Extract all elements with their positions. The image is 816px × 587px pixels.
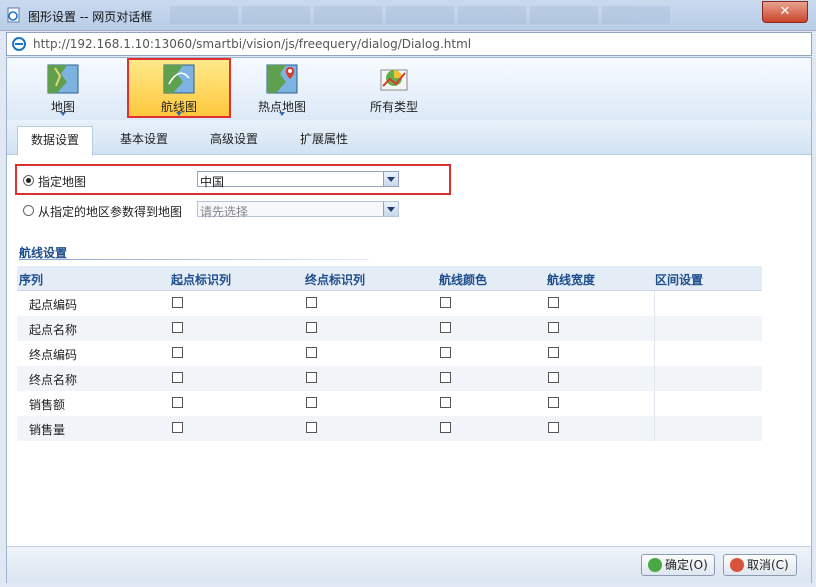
address-bar: http://192.168.1.10:13060/smartbi/vision… [6,32,812,56]
row-checkbox[interactable] [172,372,183,383]
cancel-button[interactable]: 取消(C) [723,554,797,576]
column-header: 航线宽度 [547,273,596,287]
param-map-radio[interactable] [23,205,34,216]
row-checkbox[interactable] [440,347,451,358]
column-header: 起点标识列 [171,273,232,287]
row-checkbox[interactable] [306,347,317,358]
table-row: 起点名称 [17,316,762,341]
browser-icon [12,37,26,51]
row-checkbox[interactable] [440,297,451,308]
row-checkbox[interactable] [548,372,559,383]
tab-advanced-settings[interactable]: 高级设置 [197,126,271,154]
column-header: 航线颜色 [439,273,488,287]
background-tabs [170,6,670,24]
dropdown-arrow-icon[interactable] [383,202,398,216]
row-checkbox[interactable] [548,297,559,308]
row-checkbox[interactable] [306,372,317,383]
row-name: 销售量 [29,423,66,437]
row-checkbox[interactable] [172,397,183,408]
interval-setting-cell[interactable] [654,291,763,316]
row-checkbox[interactable] [306,322,317,333]
row-name: 终点编码 [29,348,78,362]
specified-map-radio[interactable] [23,175,34,186]
chart-type-bar: 地图 航线图 热点地图 所有类型 [7,58,811,121]
specified-map-label: 指定地图 [38,175,87,189]
checkmark-icon [648,558,662,572]
column-header: 区间设置 [655,273,704,287]
section-divider [19,259,369,260]
interval-setting-cell[interactable] [654,416,763,441]
dropdown-caret-icon [279,112,285,116]
interval-setting-cell[interactable] [654,316,763,341]
row-name: 终点名称 [29,373,78,387]
param-map-label: 从指定的地区参数得到地图 [38,205,183,219]
row-name: 起点编码 [29,298,78,312]
table-row: 终点名称 [17,366,762,391]
dropdown-arrow-icon[interactable] [383,172,398,186]
map-icon [47,64,79,94]
row-checkbox[interactable] [440,372,451,383]
grid-header: 序列 起点标识列 终点标识列 航线颜色 航线宽度 区间设置 [17,266,762,291]
tab-basic-settings[interactable]: 基本设置 [107,126,181,154]
row-name: 起点名称 [29,323,78,337]
interval-setting-cell[interactable] [654,366,763,391]
dialog-footer: 确定(O) 取消(C) [7,546,811,583]
ok-button-label: 确定(O) [665,558,708,572]
chart-type-label: 所有类型 [369,100,418,114]
tab-extended-properties[interactable]: 扩展属性 [287,126,361,154]
row-checkbox[interactable] [172,347,183,358]
row-checkbox[interactable] [172,322,183,333]
interval-setting-cell[interactable] [654,341,763,366]
document-icon [7,7,20,23]
chart-type-route-map[interactable]: 航线图 [127,58,231,118]
map-select[interactable]: 中国 [197,171,399,189]
chart-settings-dialog: 地图 航线图 热点地图 所有类型 数据设置 基本设置 高级设置 扩展属性 指定地… [6,57,812,583]
chart-type-hotspot-map[interactable]: 热点地图 [239,60,325,116]
dropdown-caret-icon [60,112,66,116]
map-select-value: 中国 [200,175,225,189]
close-button[interactable]: ✕ [762,1,808,23]
row-checkbox[interactable] [548,422,559,433]
row-checkbox[interactable] [548,322,559,333]
route-map-icon [163,64,195,94]
cancel-icon [730,558,744,572]
table-row: 销售额 [17,391,762,416]
row-checkbox[interactable] [306,397,317,408]
row-checkbox[interactable] [548,347,559,358]
tab-data-settings[interactable]: 数据设置 [17,126,93,156]
ok-button[interactable]: 确定(O) [641,554,715,576]
interval-setting-cell[interactable] [654,391,763,416]
region-param-select[interactable]: 请先选择 [197,201,399,219]
dropdown-caret-icon [176,112,182,116]
row-checkbox[interactable] [548,397,559,408]
window-titlebar: 图形设置 -- 网页对话框 ✕ [0,0,816,31]
row-name: 销售额 [29,398,66,412]
row-checkbox[interactable] [440,322,451,333]
settings-tabs: 数据设置 基本设置 高级设置 扩展属性 [7,120,811,156]
window-title: 图形设置 -- 网页对话框 [28,10,153,24]
row-checkbox[interactable] [306,297,317,308]
chart-type-map[interactable]: 地图 [21,60,105,116]
row-checkbox[interactable] [172,297,183,308]
region-param-placeholder: 请先选择 [200,205,249,219]
row-checkbox[interactable] [440,422,451,433]
url-path: :13060/smartbi/vision/js/freequery/dialo… [149,37,472,51]
row-checkbox[interactable] [306,422,317,433]
url-host: http://192.168.1.10 [33,37,150,51]
cancel-button-label: 取消(C) [747,558,789,572]
table-row: 终点编码 [17,341,762,366]
row-checkbox[interactable] [440,397,451,408]
table-row: 销售量 [17,416,762,441]
hotspot-map-icon [266,64,298,94]
row-checkbox[interactable] [172,422,183,433]
column-header: 序列 [19,273,44,287]
chart-type-all[interactable]: 所有类型 [351,60,437,116]
all-types-icon [380,69,408,91]
column-header: 终点标识列 [305,273,366,287]
url-text: http://192.168.1.10:13060/smartbi/vision… [33,37,471,51]
table-row: 起点编码 [17,291,762,316]
